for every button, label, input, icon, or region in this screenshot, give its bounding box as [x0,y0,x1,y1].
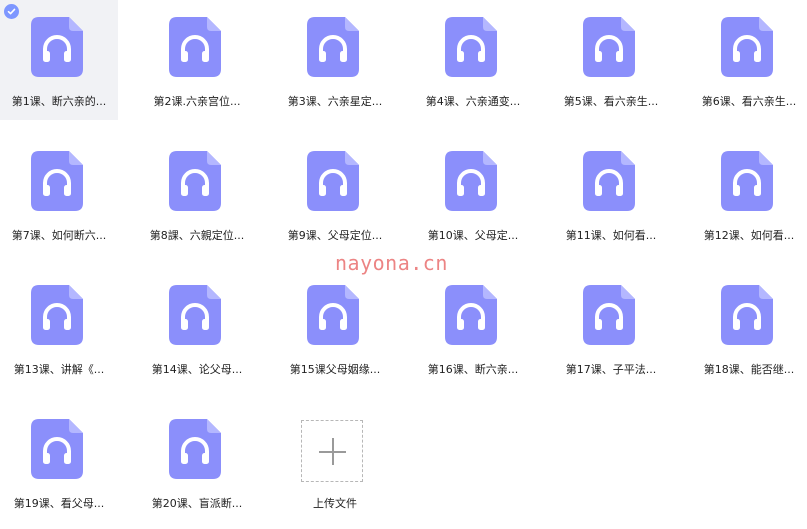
file-name: 第14课、论父母... [151,363,243,376]
file-item[interactable]: 第16课、断六亲... [414,268,532,388]
file-name: 第6课、看六亲生... [701,95,797,108]
file-item[interactable]: 第14课、论父母... [138,268,256,388]
file-name: 第9课、父母定位... [287,229,383,242]
file-item[interactable]: 第12课、如何看... [690,134,807,254]
file-name: 第11课、如何看... [565,229,657,242]
headphones-icon [31,17,83,77]
file-name: 第18课、能否继... [703,363,795,376]
file-item[interactable]: 第10课、父母定... [414,134,532,254]
headphones-icon [31,419,83,479]
check-icon[interactable] [4,4,19,19]
file-item[interactable]: 第2课.六亲宫位... [138,0,256,120]
headphones-icon [169,151,221,211]
file-item[interactable]: 第11课、如何看... [552,134,670,254]
file-item[interactable]: 第5课、看六亲生... [552,0,670,120]
file-grid: nayona.cn 上传文件 第1课、断六亲的... 第2课.六亲宫位... 第… [0,0,807,529]
upload-file-button[interactable]: 上传文件 [276,402,394,522]
headphones-icon [169,17,221,77]
file-name: 第1课、断六亲的... [11,95,107,108]
headphones-icon [445,151,497,211]
headphones-icon [583,151,635,211]
headphones-icon [721,151,773,211]
file-name: 第20课、盲派断... [151,497,243,510]
file-name: 第13课、讲解《... [13,363,105,376]
file-item[interactable]: 第8課、六親定位... [138,134,256,254]
file-item[interactable]: 第17课、子平法... [552,268,670,388]
file-item[interactable]: 第15课父母姻缘... [276,268,394,388]
file-item[interactable]: 第9课、父母定位... [276,134,394,254]
file-name: 第19课、看父母... [13,497,105,510]
file-item[interactable]: 第13课、讲解《... [0,268,118,388]
plus-icon [301,420,363,482]
file-name: 第8課、六親定位... [149,229,245,242]
headphones-icon [307,285,359,345]
headphones-icon [445,17,497,77]
headphones-icon [721,285,773,345]
file-item[interactable]: 第1课、断六亲的... [0,0,118,120]
headphones-icon [721,17,773,77]
file-item[interactable]: 第4课、六亲通变... [414,0,532,120]
headphones-icon [31,285,83,345]
file-name: 第3课、六亲星定... [287,95,383,108]
file-item[interactable]: 第7课、如何断六... [0,134,118,254]
file-name: 第2课.六亲宫位... [153,95,241,108]
file-item[interactable]: 第20课、盲派断... [138,402,256,522]
headphones-icon [307,151,359,211]
headphones-icon [307,17,359,77]
file-item[interactable]: 第18课、能否继... [690,268,807,388]
file-name: 第12课、如何看... [703,229,795,242]
headphones-icon [169,285,221,345]
file-item[interactable]: 第6课、看六亲生... [690,0,807,120]
file-name: 第7课、如何断六... [11,229,107,242]
file-name: 第16课、断六亲... [427,363,519,376]
headphones-icon [445,285,497,345]
headphones-icon [169,419,221,479]
headphones-icon [583,17,635,77]
file-name: 第4课、六亲通变... [425,95,521,108]
file-name: 第10课、父母定... [427,229,519,242]
upload-label: 上传文件 [313,497,357,510]
file-item[interactable]: 第3课、六亲星定... [276,0,394,120]
file-name: 第17课、子平法... [565,363,657,376]
file-item[interactable]: 第19课、看父母... [0,402,118,522]
headphones-icon [583,285,635,345]
file-name: 第15课父母姻缘... [289,363,381,376]
headphones-icon [31,151,83,211]
file-name: 第5课、看六亲生... [563,95,659,108]
